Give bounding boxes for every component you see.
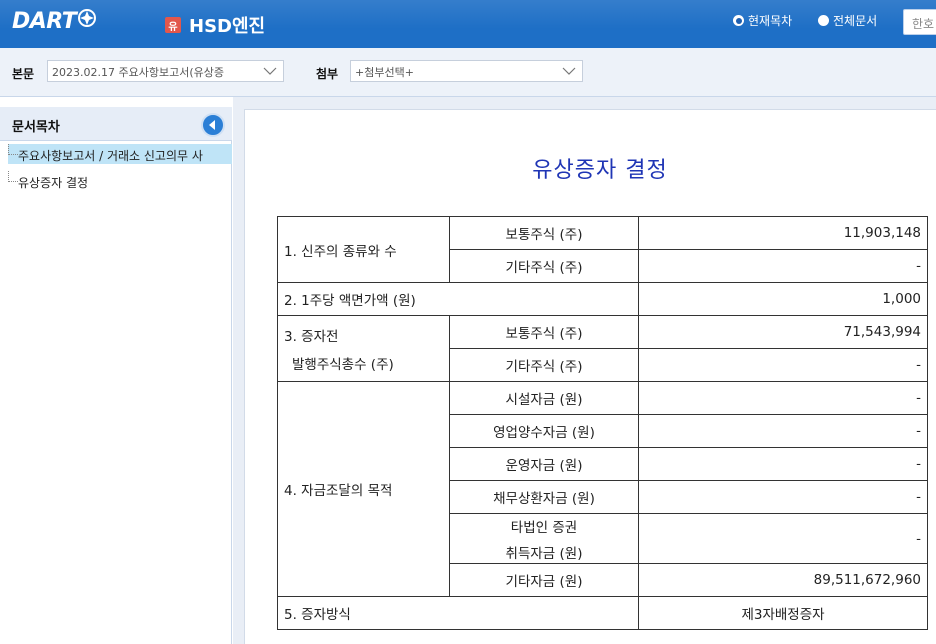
collapse-panel-button[interactable] (201, 113, 225, 137)
header-gradient (0, 0, 936, 48)
row-label-line: 발행주식총수 (주) (292, 356, 394, 373)
row-sublabel-line: 취득자금 (원) (505, 545, 583, 562)
dart-logo[interactable]: DART (12, 6, 97, 36)
tree-branch-line (8, 171, 18, 182)
attachment-select[interactable]: +첨부선택+ (350, 60, 583, 82)
table-row: 1. 신주의 종류와 수 보통주식 (주) 11,903,148 (277, 216, 928, 283)
row-sublabel: 운영자금 (원) (449, 447, 639, 481)
row-sublabel: 영업양수자금 (원) (449, 414, 639, 448)
chevron-down-icon (261, 62, 279, 80)
row-sublabel: 보통주식 (주) (449, 315, 639, 349)
row-sublabel: 채무상환자금 (원) (449, 480, 639, 514)
document-selector-bar: 본문 2023.02.17 주요사항보고서(유상증 첨부 +첨부선택+ (0, 48, 936, 97)
toc-item-label: 주요사항보고서 / 거래소 신고의무 사 (18, 149, 203, 163)
row-value: 제3자배정증자 (638, 596, 928, 630)
row-sublabel: 타법인 증권 취득자금 (원) (449, 513, 639, 564)
document-title: 유상증자 결정 (532, 158, 668, 183)
document-viewer: 유상증자 결정 1. 신주의 종류와 수 보통주식 (주) 11,903,148… (233, 97, 936, 644)
toc-title: 문서목차 (12, 120, 60, 135)
row-sublabel: 기타주식 (주) (449, 348, 639, 382)
tree-branch-line (8, 144, 18, 155)
radio-unselected-icon[interactable] (818, 15, 829, 26)
main-doc-select[interactable]: 2023.02.17 주요사항보고서(유상증 (47, 60, 284, 82)
main-doc-label: 본문 (12, 67, 35, 81)
row-sublabel-line: 타법인 증권 (510, 519, 578, 536)
company-heading: 유 HSD엔진 (165, 12, 265, 38)
attachment-value: +첨부선택+ (355, 66, 414, 79)
row-sublabel: 보통주식 (주) (449, 216, 639, 250)
toc-panel: 문서목차 주요사항보고서 / 거래소 신고의무 사 유상증자 결정 (0, 107, 232, 644)
table-row: 5. 증자방식 제3자배정증자 (277, 596, 928, 630)
search-input[interactable]: 한호 (903, 9, 936, 35)
row-value: 1,000 (638, 282, 928, 316)
row-value: - (638, 348, 928, 382)
toc-item-rights-offering[interactable]: 유상증자 결정 (8, 171, 232, 191)
scope-all-documents[interactable]: 전체문서 (818, 12, 877, 29)
table-row: 3. 증자전 발행주식총수 (주) 보통주식 (주) 71,543,994 (277, 315, 928, 382)
row-sublabel: 기타자금 (원) (449, 563, 639, 597)
row-sublabel: 시설자금 (원) (449, 381, 639, 415)
table-row: 4. 자금조달의 목적 시설자금 (원) - (277, 381, 928, 597)
logo-star-icon (78, 9, 97, 27)
scope-current-label: 현재목차 (748, 14, 793, 28)
attachment-label: 첨부 (316, 67, 339, 81)
row-label-line: 3. 증자전 (284, 328, 339, 345)
row-value: 71,543,994 (638, 315, 928, 349)
main-doc-value: 2023.02.17 주요사항보고서(유상증 (52, 66, 224, 79)
row-value: - (638, 513, 928, 564)
row-label: 2. 1주당 액면가액 (원) (277, 282, 639, 316)
toc-item-main-report[interactable]: 주요사항보고서 / 거래소 신고의무 사 (8, 144, 232, 164)
document-page: 유상증자 결정 1. 신주의 종류와 수 보통주식 (주) 11,903,148… (244, 109, 936, 644)
row-label: 5. 증자방식 (277, 596, 639, 630)
scope-all-label: 전체문서 (833, 14, 878, 28)
toc-item-label: 유상증자 결정 (18, 176, 89, 190)
rights-offering-table: 1. 신주의 종류와 수 보통주식 (주) 11,903,148 기타주식 (주… (277, 216, 928, 630)
row-value: - (638, 480, 928, 514)
radio-selected-icon[interactable] (733, 15, 744, 26)
chevron-down-icon (560, 62, 578, 80)
row-value: - (638, 447, 928, 481)
top-header: DART 유 HSD엔진 현재목차 전체문서 한호 (0, 0, 936, 48)
toc-header: 문서목차 (0, 107, 232, 141)
row-value: - (638, 249, 928, 283)
company-badge-icon: 유 (165, 17, 181, 33)
row-sublabel: 기타주식 (주) (449, 249, 639, 283)
row-value: 89,511,672,960 (638, 563, 928, 597)
row-value: - (638, 414, 928, 448)
row-label: 1. 신주의 종류와 수 (277, 216, 450, 283)
table-row: 2. 1주당 액면가액 (원) 1,000 (277, 282, 928, 316)
row-value: 11,903,148 (638, 216, 928, 250)
row-label: 4. 자금조달의 목적 (277, 381, 450, 597)
company-name: HSD엔진 (189, 16, 266, 37)
scope-current-toc[interactable]: 현재목차 (733, 12, 792, 29)
row-label: 3. 증자전 발행주식총수 (주) (277, 315, 450, 382)
logo-text: DART (12, 8, 77, 34)
row-value: - (638, 381, 928, 415)
